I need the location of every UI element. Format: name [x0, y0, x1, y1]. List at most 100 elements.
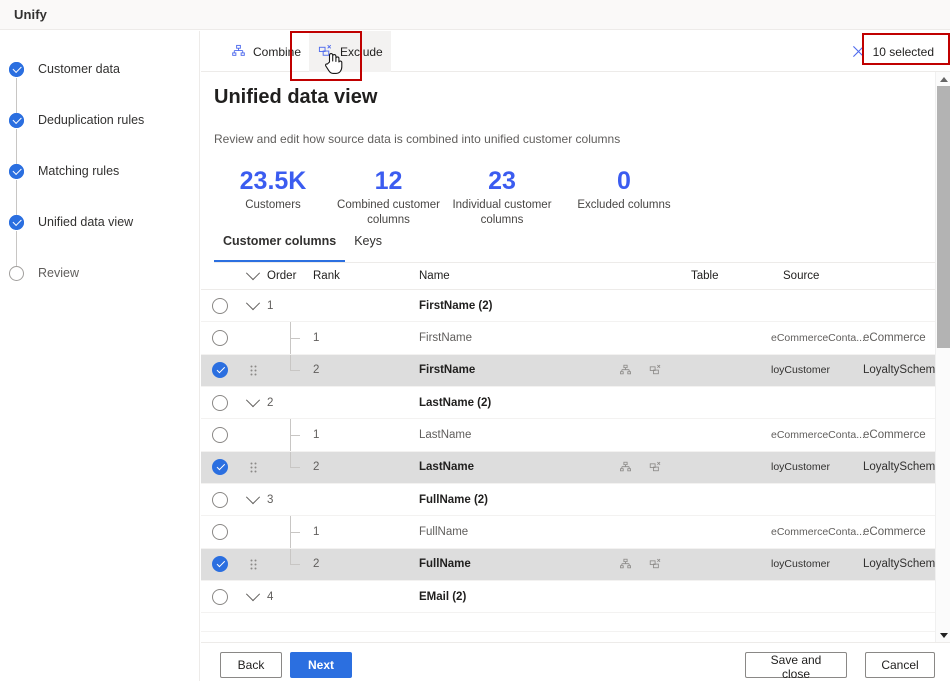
selected-count-label: 10 selected [872, 44, 934, 59]
combine-hierarchy-icon[interactable] [619, 364, 632, 377]
exclude-button[interactable]: Exclude [309, 31, 391, 72]
table-row[interactable]: 3 FullName (2) [201, 484, 936, 516]
stat-value: 23.5K [239, 167, 307, 195]
horizontal-scroll-area[interactable] [201, 631, 936, 642]
scroll-up-arrow-icon[interactable] [936, 72, 950, 86]
row-select-checkbox[interactable] [201, 362, 239, 379]
exclude-box-x-icon [317, 43, 334, 60]
wizard-step-check-icon [9, 164, 24, 179]
table-row[interactable]: 2 LastName (2) [201, 387, 936, 419]
exclude-label: Exclude [340, 44, 383, 59]
group-expand-toggle[interactable] [239, 489, 267, 505]
checkbox-unchecked-icon [212, 491, 228, 508]
cell-table: eCommerceConta... [771, 331, 865, 344]
drag-dots-icon [250, 462, 256, 473]
table-row[interactable]: 2 FullName loyCustomer LoyaltyScheme [201, 548, 936, 581]
tree-connector [290, 451, 304, 484]
cell-group-name: FullName (2) [419, 493, 489, 506]
cancel-button[interactable]: Cancel [865, 652, 935, 678]
row-drag-handle[interactable] [239, 365, 267, 376]
group-expand-toggle[interactable] [239, 586, 267, 602]
stat-value: 23 [488, 167, 516, 195]
header-expand-all-toggle[interactable] [239, 265, 267, 281]
scroll-down-arrow-icon[interactable] [936, 628, 950, 642]
exclude-box-x-icon[interactable] [649, 461, 662, 474]
wizard-step-customer-data[interactable]: Customer data [0, 62, 199, 114]
tab-customer-columns[interactable]: Customer columns [214, 234, 346, 262]
exclude-box-x-icon[interactable] [649, 364, 662, 377]
cell-source: LoyaltyScheme [863, 461, 936, 474]
scrollbar-thumb[interactable] [937, 86, 950, 348]
stat-label: Combined customer columns [337, 199, 440, 226]
checkbox-checked-icon [212, 459, 228, 476]
column-header-order: Order [267, 269, 297, 282]
wizard-step-check-icon [9, 113, 24, 128]
cell-rank: 2 [313, 364, 320, 377]
cell-rank: 1 [313, 331, 320, 344]
row-action-icons[interactable] [619, 461, 699, 474]
command-bar: Combine Exclude 10 selected [201, 31, 950, 72]
cell-name: FirstName [419, 364, 476, 377]
wizard-step-circle-icon [9, 266, 24, 281]
table-row[interactable]: 4 EMail (2) [201, 581, 936, 613]
combine-hierarchy-icon [230, 43, 247, 60]
combine-hierarchy-icon[interactable] [619, 461, 632, 474]
table-row[interactable]: 1 FirstName (2) [201, 290, 936, 322]
table-row[interactable]: 1 FullName eCommerceConta... eCommerce [201, 516, 936, 549]
wizard-step-deduplication-rules[interactable]: Deduplication rules [0, 113, 199, 165]
selected-count-button[interactable]: 10 selected [843, 31, 942, 72]
chevron-down-icon [245, 392, 261, 407]
row-drag-handle[interactable] [239, 559, 267, 570]
next-button[interactable]: Next [290, 652, 352, 678]
stat-label: Excluded columns [577, 199, 671, 211]
row-select-checkbox[interactable] [201, 394, 239, 411]
cell-rank: 1 [313, 525, 320, 538]
column-header-source: Source [783, 269, 820, 282]
row-select-checkbox[interactable] [201, 588, 239, 605]
row-select-checkbox[interactable] [201, 459, 239, 476]
group-expand-toggle[interactable] [239, 392, 267, 408]
cell-table: eCommerceConta... [771, 525, 865, 538]
cell-source: LoyaltyScheme [863, 558, 936, 571]
checkbox-unchecked-icon [212, 588, 228, 605]
cell-source: eCommerce [863, 428, 926, 441]
row-select-checkbox[interactable] [201, 297, 239, 314]
wizard-step-check-icon [9, 215, 24, 230]
command-bar-actions: Combine Exclude [222, 31, 391, 72]
cell-table: loyCustomer [771, 558, 830, 571]
cell-source: eCommerce [863, 525, 926, 538]
wizard-steps-sidebar: Customer data Deduplication rules Matching… [0, 31, 200, 681]
combine-button[interactable]: Combine [222, 31, 309, 72]
cell-name: FirstName [419, 331, 473, 344]
vertical-scrollbar[interactable] [935, 72, 950, 642]
cell-rank: 2 [313, 558, 320, 571]
cell-name: LastName [419, 428, 472, 441]
wizard-step-review[interactable]: Review [0, 266, 199, 317]
tree-connector [290, 322, 304, 354]
row-action-icons[interactable] [619, 364, 699, 377]
row-select-checkbox[interactable] [201, 426, 239, 443]
tab-keys[interactable]: Keys [345, 234, 391, 262]
wizard-step-matching-rules[interactable]: Matching rules [0, 164, 199, 216]
app-title: Unify [14, 7, 47, 22]
row-select-checkbox[interactable] [201, 329, 239, 346]
back-button[interactable]: Back [220, 652, 282, 678]
combine-hierarchy-icon[interactable] [619, 558, 632, 571]
row-drag-handle[interactable] [239, 462, 267, 473]
drag-dots-icon [250, 559, 256, 570]
checkbox-unchecked-icon [212, 394, 228, 411]
table-row[interactable]: 1 LastName eCommerceConta... eCommerce [201, 419, 936, 452]
table-row[interactable]: 2 LastName loyCustomer LoyaltyScheme [201, 451, 936, 484]
row-select-checkbox[interactable] [201, 556, 239, 573]
group-expand-toggle[interactable] [239, 295, 267, 311]
save-and-close-button[interactable]: Save and close [745, 652, 847, 681]
cell-name: FullName [419, 525, 469, 538]
exclude-box-x-icon[interactable] [649, 558, 662, 571]
wizard-step-unified-data-view[interactable]: Unified data view [0, 215, 199, 267]
row-action-icons[interactable] [619, 558, 699, 571]
row-select-checkbox[interactable] [201, 523, 239, 540]
table-row[interactable]: 1 FirstName eCommerceConta... eCommerce [201, 322, 936, 355]
row-select-checkbox[interactable] [201, 491, 239, 508]
table-row[interactable]: 2 FirstName loyCustomer LoyaltyScheme [201, 354, 936, 387]
close-x-icon [851, 44, 866, 59]
